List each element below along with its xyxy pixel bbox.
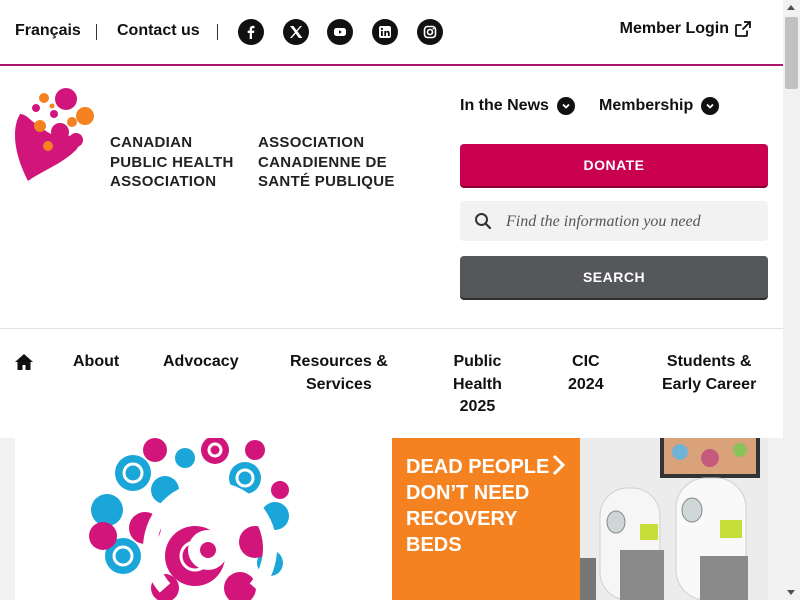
nav-item-resources-services[interactable]: Resources & Services xyxy=(290,351,388,396)
x-icon[interactable] xyxy=(283,19,309,45)
youtube-icon[interactable] xyxy=(327,19,353,45)
hero-feature-card[interactable]: DEAD PEOPLE DON’T NEED RECOVERY BEDS xyxy=(392,438,580,600)
membership-label: Membership xyxy=(599,97,694,114)
org-name-line: ASSOCIATION xyxy=(110,173,217,190)
in-the-news-menu[interactable]: In the News xyxy=(460,97,575,115)
chevron-down-icon xyxy=(556,97,575,115)
facebook-icon[interactable] xyxy=(238,19,264,45)
member-login-label: Member Login xyxy=(619,20,729,37)
chevron-right-icon[interactable] xyxy=(552,454,566,476)
member-login-link[interactable]: Member Login xyxy=(620,20,751,38)
chevron-down-icon xyxy=(701,97,720,115)
hero-card-title: DEAD PEOPLE DON’T NEED RECOVERY BEDS xyxy=(406,456,550,556)
scrollbar-thumb[interactable] xyxy=(785,17,798,89)
home-icon[interactable] xyxy=(14,353,34,371)
membership-menu[interactable]: Membership xyxy=(599,97,720,115)
org-name-line: CANADIENNE DE xyxy=(258,153,387,171)
nav-item-about[interactable]: About xyxy=(73,351,119,374)
vertical-scrollbar[interactable] xyxy=(783,0,800,600)
org-name-line: SANTÉ PUBLIQUE xyxy=(258,173,395,190)
instagram-icon[interactable] xyxy=(417,19,443,45)
org-name-line: CANADIAN xyxy=(110,134,193,151)
org-name-line: ASSOCIATION xyxy=(258,134,365,151)
org-name-english: CANADIAN PUBLIC HEALTH ASSOCIATION xyxy=(110,133,234,192)
nav-item-advocacy[interactable]: Advocacy xyxy=(163,351,239,374)
photo-image xyxy=(580,438,768,600)
search-icon xyxy=(475,213,492,230)
gears-illustration[interactable] xyxy=(15,438,392,600)
hero-carousel: DEAD PEOPLE DON’T NEED RECOVERY BEDS xyxy=(0,438,783,600)
search-input[interactable] xyxy=(504,207,758,237)
in-the-news-label: In the News xyxy=(460,97,549,114)
main-navigation: About Advocacy Resources & Services Publ… xyxy=(0,328,783,438)
divider xyxy=(217,24,218,40)
org-name-french: ASSOCIATION CANADIENNE DE SANTÉ PUBLIQUE xyxy=(258,133,395,192)
nav-item-students-early-career[interactable]: Students & Early Career xyxy=(662,351,756,396)
search-button[interactable]: SEARCH xyxy=(460,256,768,298)
org-name-line: PUBLIC HEALTH xyxy=(110,153,234,171)
language-link[interactable]: Français xyxy=(15,22,81,40)
nav-item-public-health-2025[interactable]: Public Health 2025 xyxy=(453,351,502,419)
scroll-up-arrow-icon[interactable] xyxy=(787,5,795,10)
donate-button[interactable]: DONATE xyxy=(460,144,768,186)
contact-link[interactable]: Contact us xyxy=(117,22,200,40)
divider xyxy=(96,24,97,40)
search-box xyxy=(460,201,768,241)
scroll-down-arrow-icon[interactable] xyxy=(787,590,795,595)
recovery-room-photo xyxy=(580,438,768,600)
cpha-logo[interactable] xyxy=(14,86,96,186)
nav-item-cic-2024[interactable]: CIC 2024 xyxy=(568,351,604,396)
gears-image xyxy=(89,438,289,600)
utility-bar: Français Contact us Member Login xyxy=(0,0,783,66)
external-link-icon xyxy=(735,21,751,37)
linkedin-icon[interactable] xyxy=(372,19,398,45)
